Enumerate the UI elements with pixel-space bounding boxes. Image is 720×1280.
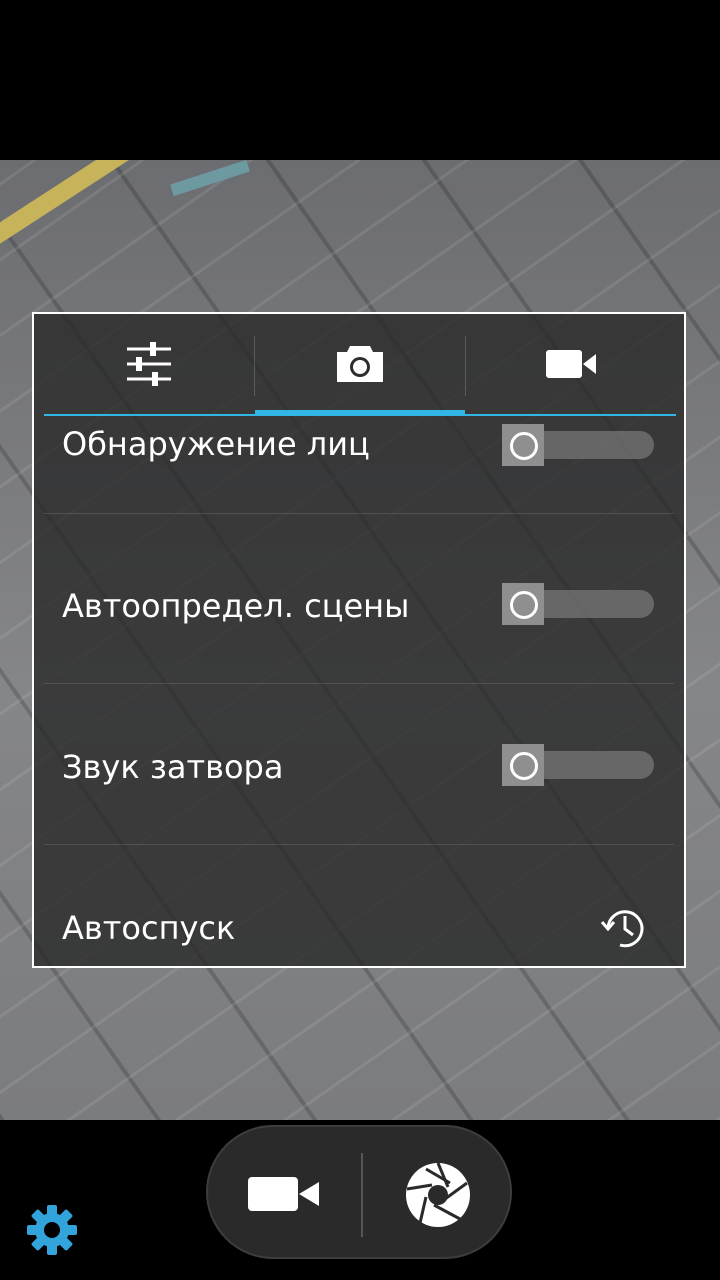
timer-icon[interactable]	[598, 906, 652, 950]
row-divider	[44, 513, 674, 514]
setting-row-shutter-sound[interactable]: Звук затвора	[44, 685, 674, 845]
scene-detection-label: Автоопредел. сцены	[62, 587, 410, 625]
shutter-icon	[406, 1162, 470, 1227]
shutter-sound-label: Звук затвора	[62, 748, 284, 786]
camera-settings-panel: Обнаружение лиц Автоопредел. сцены Звук …	[32, 312, 686, 968]
viewfinder-road-marking	[0, 160, 217, 267]
shutter-button[interactable]	[398, 1155, 478, 1235]
pill-divider	[361, 1153, 363, 1237]
row-divider	[44, 844, 674, 845]
camera-control-bar	[0, 1120, 720, 1280]
mode-shutter-pill	[206, 1125, 512, 1259]
face-detection-label: Обнаружение лиц	[62, 425, 370, 463]
row-divider	[44, 683, 674, 684]
self-timer-label: Автоспуск	[62, 909, 236, 947]
toggle-thumb	[502, 583, 544, 625]
shutter-sound-toggle[interactable]	[502, 744, 654, 786]
setting-row-face-detection[interactable]: Обнаружение лиц	[44, 354, 674, 514]
toggle-thumb	[502, 744, 544, 786]
gear-icon[interactable]	[26, 1204, 78, 1256]
video-camera-icon	[248, 1177, 319, 1211]
face-detection-toggle[interactable]	[502, 424, 654, 466]
toggle-thumb	[502, 424, 544, 466]
setting-row-self-timer[interactable]: Автоспуск	[44, 846, 674, 956]
video-mode-button[interactable]	[242, 1157, 326, 1231]
scene-detection-toggle[interactable]	[502, 583, 654, 625]
top-black-bar	[0, 0, 720, 160]
setting-row-scene-detection[interactable]: Автоопредел. сцены	[44, 524, 674, 684]
viewfinder-road-marking-2	[170, 160, 250, 197]
